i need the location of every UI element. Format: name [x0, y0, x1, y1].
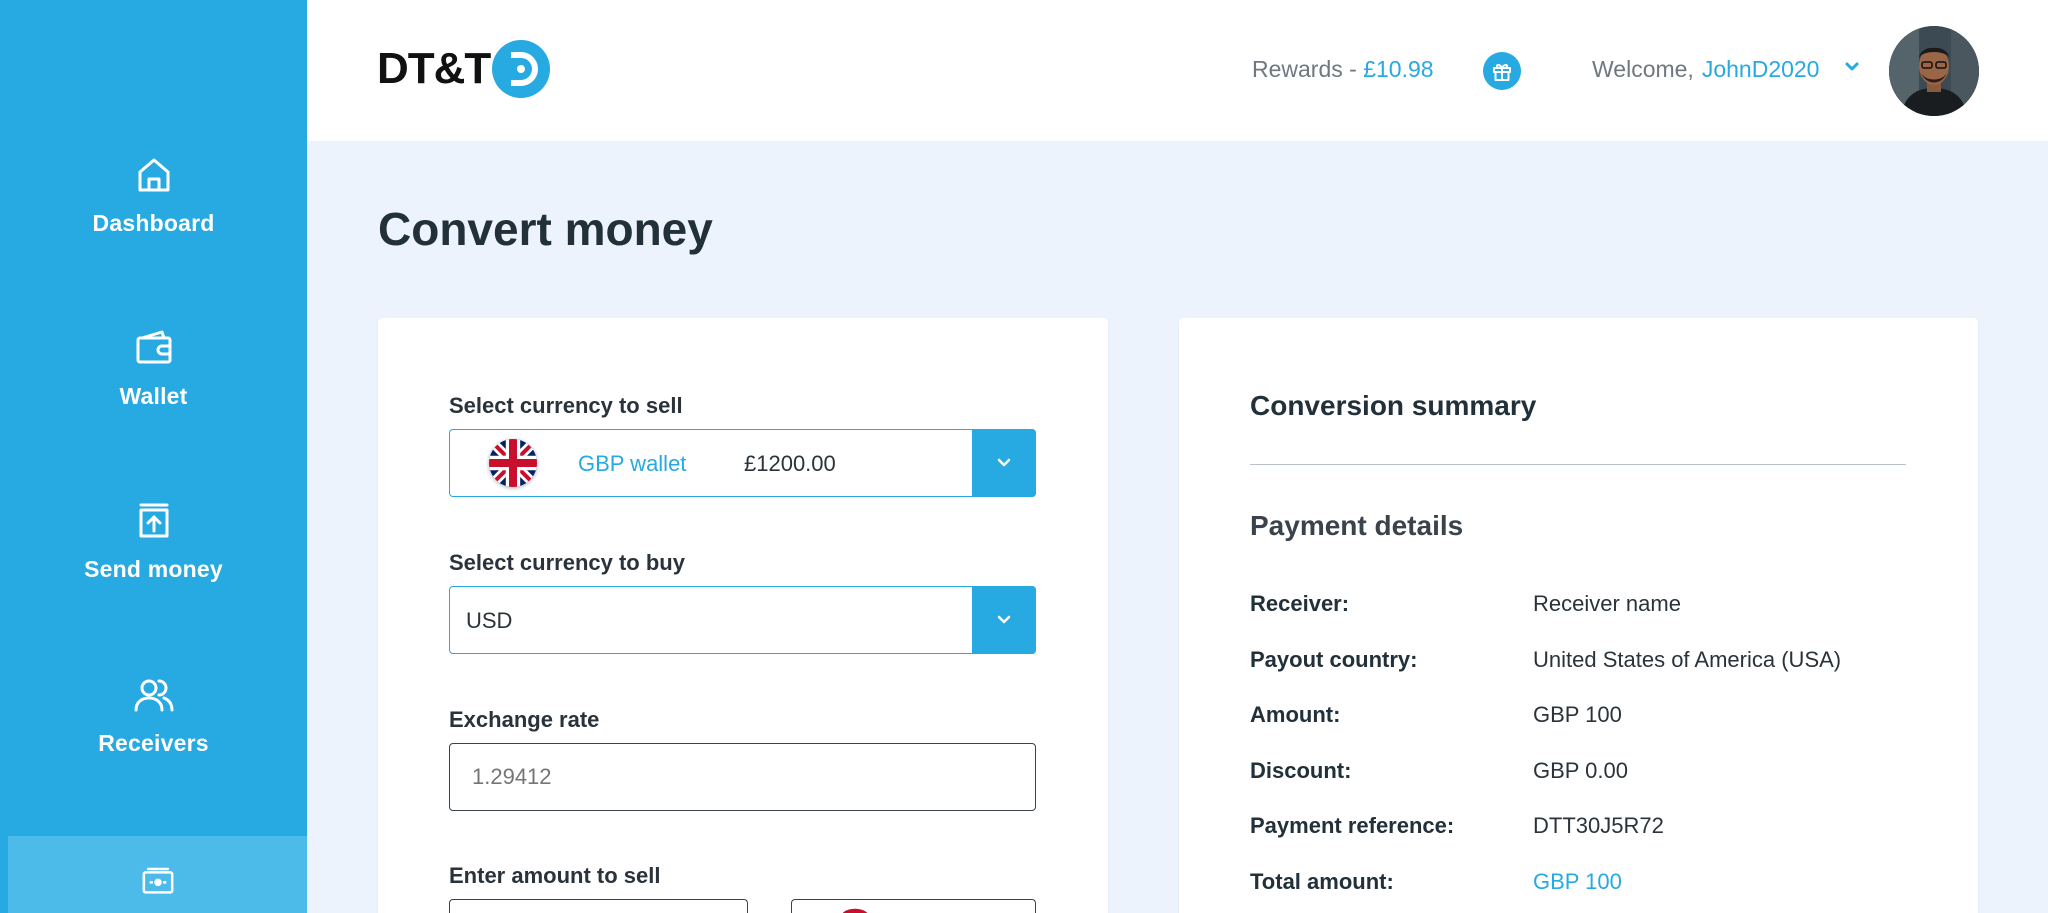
sell-dropdown-button[interactable] — [972, 429, 1036, 497]
summary-row-key: Payout country: — [1250, 647, 1418, 672]
buy-currency-value: USD — [466, 608, 513, 633]
welcome-user-menu[interactable]: Welcome, JohnD2020 — [1592, 56, 1819, 83]
amount-currency-select[interactable] — [791, 899, 1036, 913]
home-icon — [138, 158, 169, 191]
exchange-rate-input[interactable] — [450, 744, 1035, 810]
rewards-amount: £10.98 — [1363, 56, 1434, 82]
exchange-rate-label: Exchange rate — [449, 707, 600, 732]
conversion-summary-card: Conversion summary Payment details Recei… — [1179, 318, 1978, 913]
chevron-down-icon — [997, 458, 1011, 467]
summary-row-key: Discount: — [1250, 758, 1352, 783]
sidebar-item-send-money[interactable]: Send money — [0, 456, 307, 626]
top-header: DT&T Rewards - £10.98 Welcome, JohnD2020 — [307, 0, 2048, 141]
sidebar-item-label: Wallet — [119, 382, 188, 409]
sidebar-item-label: Receivers — [98, 729, 209, 756]
exchange-rate-field[interactable] — [449, 743, 1036, 811]
total-amount-value: GBP 100 — [1533, 869, 1622, 894]
chevron-down-icon[interactable] — [1843, 58, 1861, 76]
sidebar-item-receivers[interactable]: Receivers — [0, 630, 307, 800]
summary-title: Conversion summary — [1250, 390, 1537, 421]
avatar[interactable] — [1889, 26, 1979, 116]
gift-icon — [1493, 64, 1511, 81]
summary-row-value: GBP 0.00 — [1533, 758, 1628, 783]
summary-row-value: United States of America (USA) — [1533, 647, 1842, 672]
summary-row-key: Amount: — [1250, 702, 1341, 727]
sidebar: Dashboard Wallet Send money Receivers — [0, 0, 307, 913]
username: JohnD2020 — [1701, 56, 1820, 82]
logo-mark-icon — [492, 40, 551, 98]
summary-row-key: Receiver: — [1250, 591, 1350, 616]
payment-details-title: Payment details — [1250, 510, 1464, 541]
convert-icon — [142, 867, 173, 894]
rewards[interactable]: Rewards - £10.98 — [1252, 56, 1434, 83]
logo[interactable]: DT&T — [377, 40, 551, 98]
summary-row-key: Payment reference: — [1250, 813, 1455, 838]
sell-currency-select[interactable]: GBP wallet £1200.00 — [449, 429, 1036, 497]
user-photo — [1889, 26, 1979, 116]
summary-row-value: DTT30J5R72 — [1533, 813, 1664, 838]
buy-currency-select[interactable]: USD — [449, 586, 1036, 654]
sidebar-item-wallet[interactable]: Wallet — [0, 283, 307, 453]
buy-dropdown-button[interactable] — [972, 586, 1036, 654]
sell-wallet-name: GBP wallet — [578, 451, 687, 476]
uk-flag-icon — [842, 908, 868, 913]
welcome-label: Welcome, — [1592, 56, 1694, 82]
send-money-icon — [139, 503, 168, 537]
gift-button[interactable] — [1483, 52, 1521, 90]
sidebar-item-convert[interactable] — [8, 836, 307, 913]
summary-row-key: Total amount: — [1250, 869, 1394, 894]
divider — [1250, 464, 1906, 465]
summary-row-value: Receiver name — [1533, 591, 1681, 616]
page-title: Convert money — [378, 203, 713, 255]
sell-wallet-amount: £1200.00 — [744, 451, 836, 476]
wallet-icon — [136, 330, 171, 363]
summary-row-value: GBP 100 — [1533, 702, 1622, 727]
amount-to-sell-input[interactable] — [449, 899, 748, 913]
amount-to-sell-label: Enter amount to sell — [449, 863, 661, 888]
sell-currency-label: Select currency to sell — [449, 393, 683, 418]
users-icon — [134, 679, 173, 711]
buy-currency-label: Select currency to buy — [449, 550, 685, 575]
sidebar-item-dashboard[interactable]: Dashboard — [0, 110, 307, 280]
rewards-label: Rewards - — [1252, 56, 1364, 82]
chevron-down-icon — [997, 615, 1011, 624]
sidebar-item-label: Dashboard — [92, 209, 215, 236]
uk-flag-icon — [489, 439, 537, 487]
sidebar-item-label: Send money — [84, 555, 223, 582]
logo-text: DT&T — [377, 44, 491, 93]
convert-form-card: Select currency to sell GBP wallet £1200… — [378, 318, 1108, 913]
